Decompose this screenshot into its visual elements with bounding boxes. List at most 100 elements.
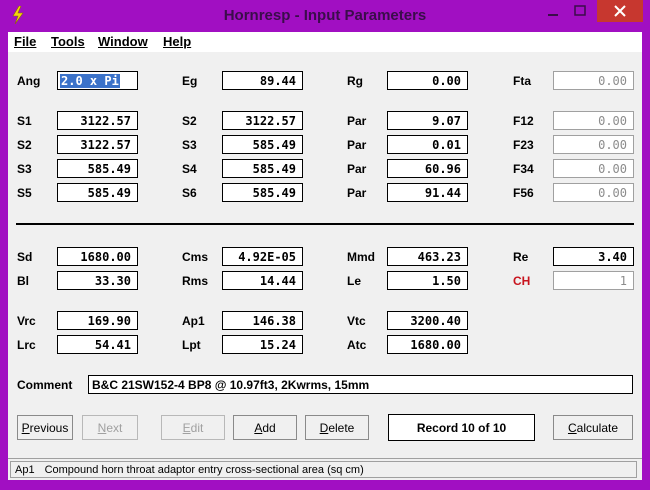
menu-file-label: File xyxy=(14,34,37,49)
s3-field-left[interactable]: 585.49 xyxy=(57,159,138,178)
s3-label-left: S3 xyxy=(17,162,32,176)
par2-field[interactable]: 0.01 xyxy=(387,135,468,154)
f34-label: F34 xyxy=(513,162,534,176)
f12-label: F12 xyxy=(513,114,534,128)
minimize-button[interactable] xyxy=(541,0,565,22)
vrc-label: Vrc xyxy=(17,314,36,328)
fta-label: Fta xyxy=(513,74,531,88)
s6-field[interactable]: 585.49 xyxy=(222,183,303,202)
s3-label: S3 xyxy=(182,138,197,152)
par4-field[interactable]: 91.44 xyxy=(387,183,468,202)
previous-label: revious xyxy=(29,421,69,435)
re-label: Re xyxy=(513,250,529,264)
atc-label: Atc xyxy=(347,338,367,352)
maximize-button[interactable] xyxy=(567,0,593,22)
next-label: ext xyxy=(106,421,123,435)
re-field[interactable]: 3.40 xyxy=(553,247,634,266)
s3-field[interactable]: 585.49 xyxy=(222,135,303,154)
lrc-field[interactable]: 54.41 xyxy=(57,335,138,354)
lrc-label: Lrc xyxy=(17,338,36,352)
vrc-field[interactable]: 169.90 xyxy=(57,311,138,330)
par4-label: Par xyxy=(347,186,367,200)
menu-tools-label: Tools xyxy=(51,34,85,49)
delete-accel: D xyxy=(319,421,329,435)
edit-label: dit xyxy=(190,421,204,435)
add-button[interactable]: Add xyxy=(233,415,297,440)
eg-field[interactable]: 89.44 xyxy=(222,71,303,90)
ang-field[interactable]: 2.0 x Pi xyxy=(57,71,138,90)
f12-field[interactable]: 0.00 xyxy=(553,111,634,130)
sd-field[interactable]: 1680.00 xyxy=(57,247,138,266)
s5-field[interactable]: 585.49 xyxy=(57,183,138,202)
f23-field[interactable]: 0.00 xyxy=(553,135,634,154)
bl-label: Bl xyxy=(17,274,29,288)
calculate-label: alculate xyxy=(576,421,619,435)
input-parameters-panel: Ang 2.0 x Pi Eg 89.44 Rg 0.00 Fta 0.00 S… xyxy=(8,52,642,458)
par3-field[interactable]: 60.96 xyxy=(387,159,468,178)
fta-field[interactable]: 0.00 xyxy=(553,71,634,90)
sd-label: Sd xyxy=(17,250,33,264)
rms-field[interactable]: 14.44 xyxy=(222,271,303,290)
menu-bar: File Tools Window Help xyxy=(8,32,642,52)
s4-field[interactable]: 585.49 xyxy=(222,159,303,178)
delete-label: elete xyxy=(328,421,355,435)
f56-label: F56 xyxy=(513,186,534,200)
bl-field[interactable]: 33.30 xyxy=(57,271,138,290)
mmd-field[interactable]: 463.23 xyxy=(387,247,468,266)
s1-label: S1 xyxy=(17,114,32,128)
record-indicator: Record 10 of 10 xyxy=(388,414,535,441)
close-button[interactable] xyxy=(597,0,643,22)
ang-value: 2.0 x Pi xyxy=(60,74,120,88)
rg-label: Rg xyxy=(347,74,363,88)
add-label: dd xyxy=(262,421,276,435)
rg-field[interactable]: 0.00 xyxy=(387,71,468,90)
ap1-field[interactable]: 146.38 xyxy=(222,311,303,330)
s2-field[interactable]: 3122.57 xyxy=(222,111,303,130)
s2-label: S2 xyxy=(182,114,197,128)
status-param: Ap1 xyxy=(15,464,35,476)
comment-field[interactable]: B&C 21SW152-4 BP8 @ 10.97ft3, 2Kwrms, 15… xyxy=(88,375,633,394)
s5-label: S5 xyxy=(17,186,32,200)
mmd-label: Mmd xyxy=(347,250,375,264)
lpt-field[interactable]: 15.24 xyxy=(222,335,303,354)
f56-field[interactable]: 0.00 xyxy=(553,183,634,202)
s2-label-left: S2 xyxy=(17,138,32,152)
edit-button[interactable]: Edit xyxy=(161,415,225,440)
calculate-button[interactable]: Calculate xyxy=(553,415,633,440)
section-divider xyxy=(16,223,634,225)
status-text: Ap1 Compound horn throat adaptor entry cr… xyxy=(10,461,637,478)
hornresp-window: Hornresp - Input Parameters File Tools W… xyxy=(0,0,650,490)
par1-label: Par xyxy=(347,114,367,128)
vtc-field[interactable]: 3200.40 xyxy=(387,311,468,330)
s1-field[interactable]: 3122.57 xyxy=(57,111,138,130)
vtc-label: Vtc xyxy=(347,314,366,328)
menu-file[interactable]: File xyxy=(14,34,36,49)
comment-label: Comment xyxy=(17,378,73,392)
f34-field[interactable]: 0.00 xyxy=(553,159,634,178)
s4-label: S4 xyxy=(182,162,197,176)
edit-accel: E xyxy=(182,421,191,435)
delete-button[interactable]: Delete xyxy=(305,415,369,440)
cms-field[interactable]: 4.92E-05 xyxy=(222,247,303,266)
par1-field[interactable]: 9.07 xyxy=(387,111,468,130)
par3-label: Par xyxy=(347,162,367,176)
close-icon xyxy=(614,5,626,17)
maximize-icon xyxy=(574,5,586,16)
ap1-label: Ap1 xyxy=(182,314,205,328)
menu-window[interactable]: Window xyxy=(98,34,148,49)
s2-field-left[interactable]: 3122.57 xyxy=(57,135,138,154)
lpt-label: Lpt xyxy=(182,338,201,352)
par2-label: Par xyxy=(347,138,367,152)
ch-field[interactable]: 1 xyxy=(553,271,634,290)
menu-help[interactable]: Help xyxy=(163,34,191,49)
menu-window-label: Window xyxy=(98,34,148,49)
le-field[interactable]: 1.50 xyxy=(387,271,468,290)
ch-label: CH xyxy=(513,274,531,288)
eg-label: Eg xyxy=(182,74,198,88)
previous-button[interactable]: Previous xyxy=(17,415,73,440)
atc-field[interactable]: 1680.00 xyxy=(387,335,468,354)
menu-tools[interactable]: Tools xyxy=(51,34,85,49)
title-bar[interactable]: Hornresp - Input Parameters xyxy=(0,0,650,32)
ang-label: Ang xyxy=(17,74,41,88)
next-button[interactable]: Next xyxy=(82,415,138,440)
